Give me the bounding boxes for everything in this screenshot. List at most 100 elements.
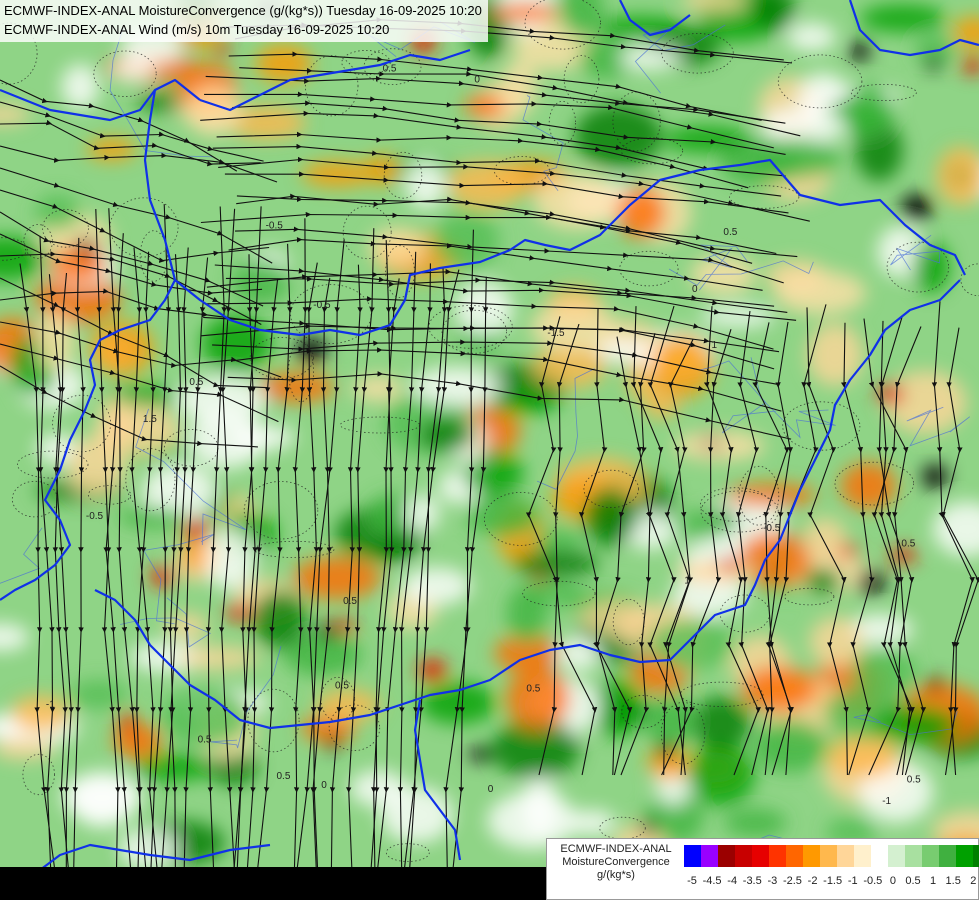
field-blob [411, 366, 502, 406]
field-blob [686, 743, 755, 807]
legend-swatch [752, 845, 769, 867]
legend-swatch [769, 845, 786, 867]
contour-value-label: 0 [474, 75, 480, 86]
field-blob [723, 808, 787, 837]
field-blob [368, 227, 426, 266]
legend-tick-label: 2 [970, 875, 977, 887]
legend-tick-label: 1.5 [945, 875, 961, 887]
contour-value-label: 0.5 [343, 596, 357, 607]
legend-swatch [854, 845, 871, 867]
field-blob [804, 567, 842, 594]
field-blob [806, 323, 863, 387]
legend-tick-label: -3.5 [742, 875, 762, 887]
legend-swatches [684, 845, 979, 867]
contour-value-label: -1 [46, 699, 55, 710]
title-wind-line: ECMWF-INDEX-ANAL Wind (m/s) 10m Tuesday … [4, 22, 390, 37]
contour-value-label: -1 [882, 796, 891, 807]
legend-tick-label: -0.5 [863, 875, 883, 887]
field-blob [490, 393, 558, 415]
field-blob [150, 566, 175, 587]
legend-swatch [888, 845, 905, 867]
field-blob [639, 820, 656, 836]
field-blob [213, 41, 231, 55]
contour-value-label: 1 [684, 575, 690, 586]
legend-swatch [939, 845, 956, 867]
field-blob [34, 312, 75, 372]
field-blob [351, 375, 404, 402]
legend-swatch [837, 845, 854, 867]
field-blob [924, 56, 944, 70]
field-blob [786, 22, 836, 52]
legend-swatch [820, 845, 837, 867]
contour-value-label: 0.5 [723, 227, 737, 238]
field-blob [912, 240, 950, 293]
contour-value-label: 0.5 [335, 681, 349, 692]
legend-parameter: MoistureConvergence [562, 856, 670, 868]
field-blob [293, 556, 381, 600]
field-blob [849, 40, 870, 62]
legend-swatch [922, 845, 939, 867]
field-blob [315, 689, 381, 722]
legend-swatch [905, 845, 922, 867]
field-blob [434, 212, 500, 269]
legend-swatch [956, 845, 973, 867]
contour-value-label: 0 [488, 784, 494, 795]
color-legend: ECMWF-INDEX-ANAL MoistureConvergence g/(… [546, 838, 979, 900]
field-blob [512, 549, 599, 578]
legend-tick-label: 0.5 [905, 875, 921, 887]
legend-swatch [718, 845, 735, 867]
field-blob [809, 616, 864, 667]
contour-value-label: -0.5 [86, 511, 104, 522]
weather-map: 0.5 0.5 0.5 0.5 0.5 0.5 0.5 0.5 0.5 0.5 0 0 0 0 -0.5 -0… [0, 0, 979, 900]
field-blob [10, 695, 71, 732]
field-blob [753, 138, 841, 179]
contour-value-label: 0.5 [526, 684, 540, 695]
contour-value-label: 0.5 [901, 539, 915, 550]
contour-value-label: -0.5 [266, 220, 284, 231]
field-blob [579, 600, 654, 636]
legend-swatch [871, 845, 888, 867]
legend-tick-label: -1 [847, 875, 858, 887]
field-blob [870, 705, 957, 744]
field-blob [324, 737, 342, 751]
field-blob [673, 430, 766, 462]
contour-value-label: 0.5 [277, 771, 291, 782]
field-blob [851, 649, 917, 695]
legend-tick-label: -3 [767, 875, 778, 887]
field-blob [774, 270, 867, 315]
field-blob [643, 392, 680, 418]
field-blob [500, 60, 538, 115]
contour-value-label: 1 [712, 340, 718, 351]
field-blob [803, 517, 847, 560]
field-blob [901, 194, 933, 222]
field-blob [843, 83, 894, 139]
field-blob [725, 483, 817, 507]
legend-swatch [701, 845, 718, 867]
contour-value-label: -1.5 [547, 328, 565, 339]
contour-value-label: 0.5 [189, 377, 203, 388]
legend-tick-label: -5 [687, 875, 697, 887]
field-blob [753, 719, 828, 773]
field-blob [118, 506, 190, 528]
legend-model: ECMWF-INDEX-ANAL [560, 843, 672, 855]
field-blob [506, 666, 570, 730]
contour-value-label: 1.5 [143, 414, 157, 425]
legend-swatch [973, 845, 979, 867]
legend-tick-label: 1 [930, 875, 937, 887]
contour-value-label: 0 [692, 284, 698, 295]
legend-unit: g/(kg*s) [597, 869, 635, 881]
field-blob [583, 487, 637, 547]
field-blob [403, 494, 440, 533]
field-blob [232, 258, 289, 304]
contour-value-label: -0.5 [313, 300, 331, 311]
contour-value-label: 0 [321, 780, 327, 791]
legend-tick-label: -4.5 [702, 875, 722, 887]
legend-tick-label: 0 [889, 875, 896, 887]
field-blob [530, 302, 618, 353]
field-blob [859, 4, 946, 33]
legend-tick-label: -2.5 [782, 875, 802, 887]
legend-swatch [735, 845, 752, 867]
contour-value-label: 0.5 [907, 774, 921, 785]
field-blob [533, 173, 620, 230]
title-moisture-line: ECMWF-INDEX-ANAL MoistureConvergence (g/… [4, 3, 482, 18]
